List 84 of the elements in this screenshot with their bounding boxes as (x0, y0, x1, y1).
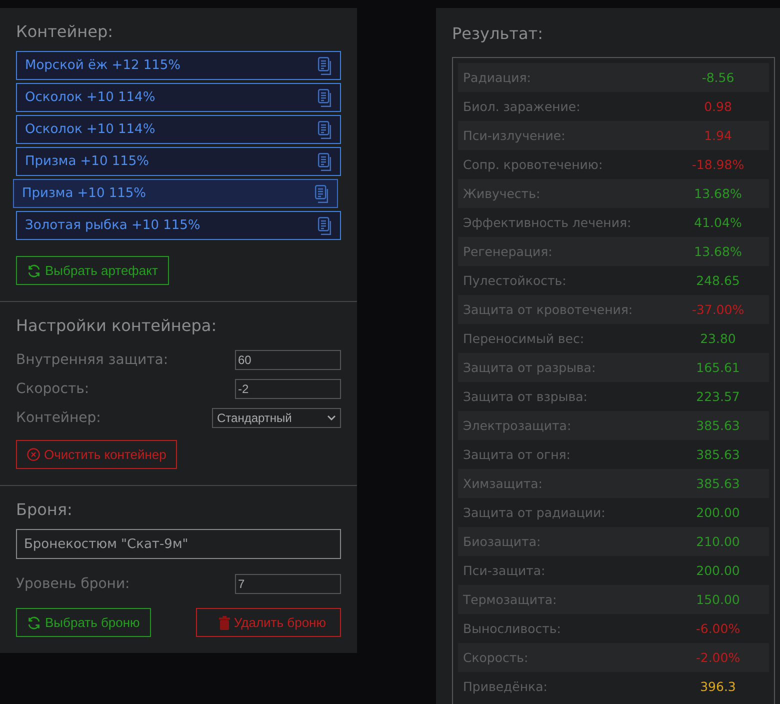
stat-value: 223.57 (695, 389, 741, 404)
stat-value: -6.00% (694, 621, 742, 636)
select-armor-button[interactable]: Выбрать броню (16, 608, 151, 637)
stat-label: Пси-излучение: (463, 128, 566, 143)
input-field[interactable]: -2 (235, 378, 341, 398)
stat-label: Электрозащита: (463, 418, 572, 433)
stat-value: 200.00 (695, 563, 741, 578)
armor-field[interactable]: Бронекостюм "Скат-9м" (16, 529, 341, 559)
stat-value: -18.98% (690, 157, 746, 172)
field-label: Контейнер: (16, 410, 101, 426)
stat-value: 13.68% (693, 186, 743, 201)
stat-label: Биозащита: (463, 534, 542, 549)
refresh-icon (27, 616, 41, 630)
stat-label: Скорость: (463, 650, 530, 665)
stat-label: Защита от радиации: (463, 505, 606, 520)
stat-label: Живучесть: (463, 186, 542, 201)
trash-icon (218, 616, 230, 630)
field-label: Внутренняя защита: (16, 352, 168, 368)
artifact-item[interactable]: Осколок +10 114% (16, 115, 341, 144)
stat-label: Выносливость: (463, 621, 562, 636)
stat-label: Защита от разрыва: (463, 360, 597, 375)
artifact-name: Осколок +10 114% (25, 90, 156, 105)
refresh-icon (27, 264, 41, 278)
stat-value: 23.80 (699, 331, 737, 346)
stat-label: Переносимый вес: (463, 331, 586, 346)
stat-value: 396.3 (699, 679, 737, 694)
close-circle-icon (27, 448, 40, 461)
section-title: Броня: (16, 500, 74, 519)
input-field[interactable]: 7 (235, 574, 341, 594)
document-icon (318, 120, 332, 138)
stat-value: 1.94 (703, 128, 733, 143)
stat-value: -37.00% (690, 302, 746, 317)
stat-label: Биол. заражение: (463, 99, 582, 114)
stat-value: 41.04% (693, 215, 743, 230)
section-title: Настройки контейнера: (16, 316, 218, 335)
artifact-name: Осколок +10 114% (25, 122, 156, 137)
input-field[interactable]: 60 (235, 350, 341, 370)
stat-label: Пси-защита: (463, 563, 546, 578)
artifact-item[interactable]: Золотая рыбка +10 115% (16, 211, 341, 240)
artifact-name: Призма +10 115% (22, 186, 146, 201)
stat-label: Регенерация: (463, 244, 554, 259)
stat-label: Химзащита: (463, 476, 544, 491)
stat-label: Радиация: (463, 70, 532, 85)
artifact-name: Призма +10 115% (25, 154, 150, 169)
stat-value: 385.63 (695, 418, 741, 433)
stat-label: Термозащита: (463, 592, 558, 607)
select-artifact-button[interactable]: Выбрать артефакт (16, 256, 169, 285)
stat-label: Пулестойкость: (463, 273, 568, 288)
artifact-item[interactable]: Морской ёж +12 115% (16, 51, 341, 80)
chevron-down-icon (327, 414, 336, 420)
artifact-item[interactable]: Призма +10 115% (16, 147, 341, 176)
document-icon (318, 88, 332, 106)
document-icon (315, 184, 329, 202)
stat-label: Эффективность лечения: (463, 215, 632, 230)
container-select[interactable]: Стандартный (212, 408, 341, 428)
stat-value: 385.63 (695, 447, 741, 462)
artifact-name: Золотая рыбка +10 115% (25, 218, 200, 233)
document-icon (318, 216, 332, 234)
artifact-item[interactable]: Призма +10 115% (13, 179, 338, 208)
artifact-name: Морской ёж +12 115% (25, 58, 181, 73)
stat-value: -2.00% (694, 650, 742, 665)
document-icon (318, 152, 332, 170)
stat-label: Защита от огня: (463, 447, 572, 462)
stat-value: 200.00 (695, 505, 741, 520)
section-title: Контейнер: (16, 22, 114, 41)
stat-value: 165.61 (695, 360, 741, 375)
stat-label: Сопр. кровотечению: (463, 157, 604, 172)
section-title: Результат: (452, 24, 544, 43)
stat-label: Защита от взрыва: (463, 389, 588, 404)
document-icon (318, 56, 332, 74)
stat-value: 385.63 (695, 476, 741, 491)
stat-label: Приведёнка: (463, 679, 548, 694)
delete-armor-button[interactable]: Удалить броню (196, 608, 341, 637)
stat-value: 248.65 (695, 273, 741, 288)
stat-value: 210.00 (695, 534, 741, 549)
field-label: Уровень брони: (16, 576, 130, 592)
stat-value: 0.98 (703, 99, 733, 114)
stat-value: -8.56 (700, 70, 736, 85)
field-label: Скорость: (16, 380, 90, 396)
stat-value: 150.00 (695, 592, 741, 607)
clear-container-button[interactable]: Очистить контейнер (16, 440, 178, 469)
artifact-item[interactable]: Осколок +10 114% (16, 83, 341, 112)
stat-label: Защита от кровотечения: (463, 302, 634, 317)
stat-value: 13.68% (693, 244, 743, 259)
